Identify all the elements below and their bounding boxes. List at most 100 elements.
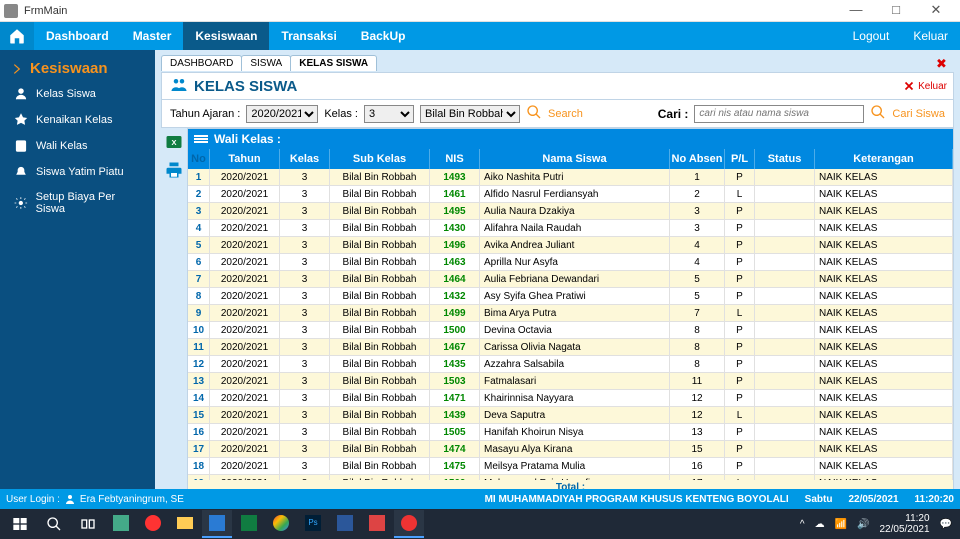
tray-clock[interactable]: 11:20 22/05/2021: [879, 513, 929, 535]
footer-time: 11:20:20: [915, 494, 954, 505]
windows-start-button[interactable]: [4, 510, 36, 538]
table-row[interactable]: 172020/20213Bilal Bin Robbah1474Masayu A…: [188, 441, 953, 458]
topnav-keluar[interactable]: Keluar: [901, 22, 960, 50]
table-row[interactable]: 42020/20213Bilal Bin Robbah1430Alifahra …: [188, 220, 953, 237]
tahun-select[interactable]: 2020/2021: [246, 105, 318, 123]
sidebar-item-4[interactable]: Setup Biaya Per Siswa: [0, 185, 155, 221]
taskbar-app-ps[interactable]: Ps: [298, 510, 328, 538]
taskbar-app-word[interactable]: [330, 510, 360, 538]
page-keluar-button[interactable]: Keluar: [902, 79, 947, 93]
taskbar-app-2[interactable]: [138, 510, 168, 538]
table-row[interactable]: 92020/20213Bilal Bin Robbah1499Bima Arya…: [188, 305, 953, 322]
sidebar-icon-0: [14, 87, 28, 101]
sidebar-heading-label: Kesiswaan: [30, 60, 108, 77]
page-header: KELAS SISWA Keluar: [161, 72, 954, 100]
menu-icon[interactable]: [194, 134, 208, 144]
tray-wifi-icon[interactable]: 📶: [835, 519, 847, 530]
sidebar-heading: Kesiswaan: [0, 56, 155, 81]
sidebar-icon-1: [14, 113, 28, 127]
col-tahun[interactable]: Tahun Ajaran: [210, 149, 280, 169]
breadcrumb-tabs: DASHBOARDSISWAKELAS SISWA ✖: [161, 54, 954, 72]
data-table: Wali Kelas : No Tahun Ajaran Kelas Sub K…: [187, 128, 954, 497]
col-kelas[interactable]: Kelas: [280, 149, 330, 169]
cari-icon[interactable]: [870, 104, 886, 123]
crumb-tab-2[interactable]: KELAS SISWA: [290, 55, 377, 71]
col-nama[interactable]: Nama Siswa: [480, 149, 670, 169]
table-row[interactable]: 72020/20213Bilal Bin Robbah1464Aulia Feb…: [188, 271, 953, 288]
col-status[interactable]: Status: [755, 149, 815, 169]
sidebar-item-2[interactable]: Wali Kelas: [0, 133, 155, 159]
sidebar-item-0[interactable]: Kelas Siswa: [0, 81, 155, 107]
taskbar-app-other[interactable]: [362, 510, 392, 538]
taskbar-app-chrome[interactable]: [266, 510, 296, 538]
user-icon: [64, 493, 76, 505]
col-no[interactable]: No: [188, 149, 210, 169]
topnav-transaksi[interactable]: Transaksi: [269, 22, 348, 50]
table-row[interactable]: 182020/20213Bilal Bin Robbah1475Meilsya …: [188, 458, 953, 475]
print-button[interactable]: [164, 160, 184, 180]
cari-siswa-button[interactable]: Cari Siswa: [892, 108, 945, 120]
export-excel-button[interactable]: X: [164, 132, 184, 152]
topnav-kesiswaan[interactable]: Kesiswaan: [183, 22, 269, 50]
table-row[interactable]: 32020/20213Bilal Bin Robbah1495Aulia Nau…: [188, 203, 953, 220]
kelas-label: Kelas :: [324, 108, 358, 120]
taskbar-app-vscode[interactable]: [202, 510, 232, 538]
taskbar-app-current[interactable]: [394, 510, 424, 538]
taskbar-app-explorer[interactable]: [170, 510, 200, 538]
table-row[interactable]: 112020/20213Bilal Bin Robbah1467Carissa …: [188, 339, 953, 356]
window-maximize-button[interactable]: □: [876, 0, 916, 22]
window-close-button[interactable]: ✕: [916, 0, 956, 22]
col-pl[interactable]: P/L: [725, 149, 755, 169]
tray-cloud-icon[interactable]: ☁: [815, 519, 825, 530]
window-title: FrmMain: [24, 5, 836, 17]
table-row[interactable]: 162020/20213Bilal Bin Robbah1505Hanifah …: [188, 424, 953, 441]
subkelas-select[interactable]: Bilal Bin Robbah: [420, 105, 520, 123]
filter-bar: Tahun Ajaran : 2020/2021 Kelas : 3 Bilal…: [161, 100, 954, 128]
cari-input[interactable]: [694, 105, 864, 123]
table-header: No Tahun Ajaran Kelas Sub Kelas NIS Nama…: [188, 149, 953, 169]
wali-kelas-bar: Wali Kelas :: [188, 129, 953, 149]
col-subkelas[interactable]: Sub Kelas: [330, 149, 430, 169]
table-row[interactable]: 152020/20213Bilal Bin Robbah1439Deva Sap…: [188, 407, 953, 424]
table-row[interactable]: 102020/20213Bilal Bin Robbah1500Devina O…: [188, 322, 953, 339]
page-title: KELAS SISWA: [194, 78, 902, 95]
app-icon: [4, 4, 18, 18]
kelas-select[interactable]: 3: [364, 105, 414, 123]
table-row[interactable]: 52020/20213Bilal Bin Robbah1496Avika And…: [188, 237, 953, 254]
col-nis[interactable]: NIS: [430, 149, 480, 169]
table-row[interactable]: 62020/20213Bilal Bin Robbah1463Aprilla N…: [188, 254, 953, 271]
taskbar-app-excel[interactable]: [234, 510, 264, 538]
taskbar-app-1[interactable]: [106, 510, 136, 538]
topnav-master[interactable]: Master: [121, 22, 184, 50]
tray-up-icon[interactable]: ^: [800, 519, 805, 530]
topnav-backup[interactable]: BackUp: [349, 22, 418, 50]
sidebar-icon-2: [14, 139, 28, 153]
home-button[interactable]: [0, 22, 34, 50]
search-button-label[interactable]: Search: [548, 108, 583, 120]
table-row[interactable]: 82020/20213Bilal Bin Robbah1432Asy Syifa…: [188, 288, 953, 305]
table-row[interactable]: 122020/20213Bilal Bin Robbah1435Azzahra …: [188, 356, 953, 373]
col-absen[interactable]: No Absen: [670, 149, 725, 169]
tray-notifications-icon[interactable]: 💬: [940, 519, 952, 530]
tray-volume-icon[interactable]: 🔊: [857, 519, 869, 530]
table-row[interactable]: 12020/20213Bilal Bin Robbah1493Aiko Nash…: [188, 169, 953, 186]
sidebar-item-3[interactable]: Siswa Yatim Piatu: [0, 159, 155, 185]
login-label: User Login :: [6, 494, 60, 505]
taskview-button[interactable]: [72, 510, 104, 538]
content-area: DASHBOARDSISWAKELAS SISWA ✖ KELAS SISWA …: [155, 50, 960, 497]
taskbar-search-button[interactable]: [38, 510, 70, 538]
close-tab-icon[interactable]: ✖: [936, 56, 950, 70]
topnav-dashboard[interactable]: Dashboard: [34, 22, 121, 50]
crumb-tab-0[interactable]: DASHBOARD: [161, 55, 242, 71]
search-icon[interactable]: [526, 104, 542, 123]
topnav-logout[interactable]: Logout: [841, 22, 902, 50]
table-body[interactable]: 12020/20213Bilal Bin Robbah1493Aiko Nash…: [188, 169, 953, 480]
table-row[interactable]: 132020/20213Bilal Bin Robbah1503Fatmalas…: [188, 373, 953, 390]
system-tray[interactable]: ^ ☁ 📶 🔊 11:20 22/05/2021 💬: [800, 513, 956, 535]
table-row[interactable]: 22020/20213Bilal Bin Robbah1461Alfido Na…: [188, 186, 953, 203]
crumb-tab-1[interactable]: SISWA: [241, 55, 291, 71]
table-row[interactable]: 142020/20213Bilal Bin Robbah1471Khairinn…: [188, 390, 953, 407]
sidebar-item-1[interactable]: Kenaikan Kelas: [0, 107, 155, 133]
window-minimize-button[interactable]: —: [836, 0, 876, 22]
col-keterangan[interactable]: Keterangan: [815, 149, 953, 169]
